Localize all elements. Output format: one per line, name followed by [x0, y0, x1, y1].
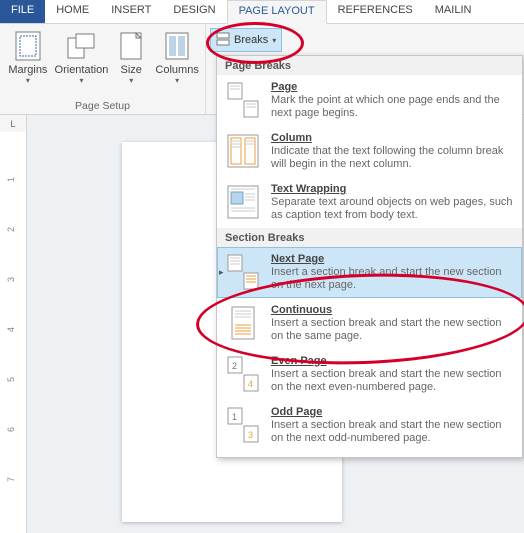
menu-item-desc: Insert a section break and start the new… [271, 266, 514, 292]
even-page-break-icon: 24 [225, 355, 261, 393]
menu-item-title: Continuous [271, 304, 514, 316]
svg-text:4: 4 [248, 379, 253, 389]
tab-insert[interactable]: INSERT [100, 0, 162, 23]
continuous-break-icon [225, 304, 261, 342]
odd-page-break-icon: 13 [225, 406, 261, 444]
group-title-page-setup: Page Setup [0, 100, 205, 112]
menu-item-title: Even Page [271, 355, 514, 367]
menu-item-page[interactable]: Page Mark the point at which one page en… [217, 75, 522, 126]
breaks-label: Breaks [234, 34, 268, 46]
tab-file[interactable]: FILE [0, 0, 45, 23]
group-page-setup: Margins Orientation Size [0, 24, 206, 114]
chevron-down-icon: ▾ [272, 36, 276, 45]
dropdown-arrow-icon [26, 78, 30, 85]
tab-references[interactable]: REFERENCES [327, 0, 424, 23]
menu-item-column[interactable]: Column Indicate that the text following … [217, 126, 522, 177]
ruler-tick: 1 [6, 177, 16, 182]
svg-text:3: 3 [248, 430, 253, 440]
menu-item-next-page[interactable]: ▸ Next Page Insert a section break and s… [217, 247, 522, 298]
menu-item-title: Text Wrapping [271, 183, 514, 195]
breaks-dropdown-menu: Page Breaks Page Mark the point at which… [216, 55, 523, 458]
submenu-arrow-icon: ▸ [219, 267, 224, 278]
menu-section-page-breaks: Page Breaks [217, 56, 522, 75]
menu-item-continuous[interactable]: Continuous Insert a section break and st… [217, 298, 522, 349]
menu-item-title: Page [271, 81, 514, 93]
menu-item-odd-page[interactable]: 13 Odd Page Insert a section break and s… [217, 400, 522, 451]
tab-mailings[interactable]: MAILIN [424, 0, 483, 23]
menu-item-title: Column [271, 132, 514, 144]
columns-label: Columns [155, 64, 198, 76]
menu-item-desc: Insert a section break and start the new… [271, 368, 514, 394]
tab-page-layout[interactable]: PAGE LAYOUT [227, 0, 327, 24]
orientation-icon [65, 30, 97, 62]
ribbon-tabs: FILE HOME INSERT DESIGN PAGE LAYOUT REFE… [0, 0, 524, 24]
svg-text:2: 2 [232, 361, 237, 371]
ruler-tick: 5 [6, 377, 16, 382]
column-break-icon [225, 132, 261, 170]
menu-item-title: Odd Page [271, 406, 514, 418]
dropdown-arrow-icon [129, 78, 133, 85]
menu-section-section-breaks: Section Breaks [217, 228, 522, 247]
margins-button[interactable]: Margins [4, 28, 52, 87]
menu-item-desc: Mark the point at which one page ends an… [271, 94, 514, 120]
breaks-icon [216, 32, 230, 49]
menu-item-desc: Insert a section break and start the new… [271, 317, 514, 343]
dropdown-arrow-icon [79, 78, 83, 85]
menu-item-desc: Insert a section break and start the new… [271, 419, 514, 445]
breaks-button[interactable]: Breaks ▾ [210, 28, 282, 52]
menu-item-desc: Separate text around objects on web page… [271, 196, 514, 222]
size-icon [115, 30, 147, 62]
orientation-button[interactable]: Orientation [54, 28, 109, 87]
ruler-tick: 3 [6, 277, 16, 282]
orientation-label: Orientation [55, 64, 109, 76]
size-label: Size [120, 64, 141, 76]
menu-item-desc: Indicate that the text following the col… [271, 145, 514, 171]
ruler-tick: 7 [6, 477, 16, 482]
margins-icon [12, 30, 44, 62]
ruler-corner[interactable]: L [0, 115, 27, 133]
tab-home[interactable]: HOME [45, 0, 100, 23]
menu-item-even-page[interactable]: 24 Even Page Insert a section break and … [217, 349, 522, 400]
ruler-tick: 4 [6, 327, 16, 332]
size-button[interactable]: Size [111, 28, 151, 87]
margins-label: Margins [8, 64, 47, 76]
dropdown-arrow-icon [175, 78, 179, 85]
vertical-ruler[interactable]: 1 2 3 4 5 6 7 [0, 132, 27, 533]
tab-design[interactable]: DESIGN [162, 0, 226, 23]
ruler-tick: 6 [6, 427, 16, 432]
next-page-break-icon [225, 253, 261, 291]
columns-button[interactable]: Columns [153, 28, 201, 87]
page-break-icon [225, 81, 261, 119]
ruler-tick: 2 [6, 227, 16, 232]
columns-icon [161, 30, 193, 62]
menu-item-text-wrapping[interactable]: Text Wrapping Separate text around objec… [217, 177, 522, 228]
menu-item-title: Next Page [271, 253, 514, 265]
text-wrapping-break-icon [225, 183, 261, 221]
svg-text:1: 1 [232, 412, 237, 422]
